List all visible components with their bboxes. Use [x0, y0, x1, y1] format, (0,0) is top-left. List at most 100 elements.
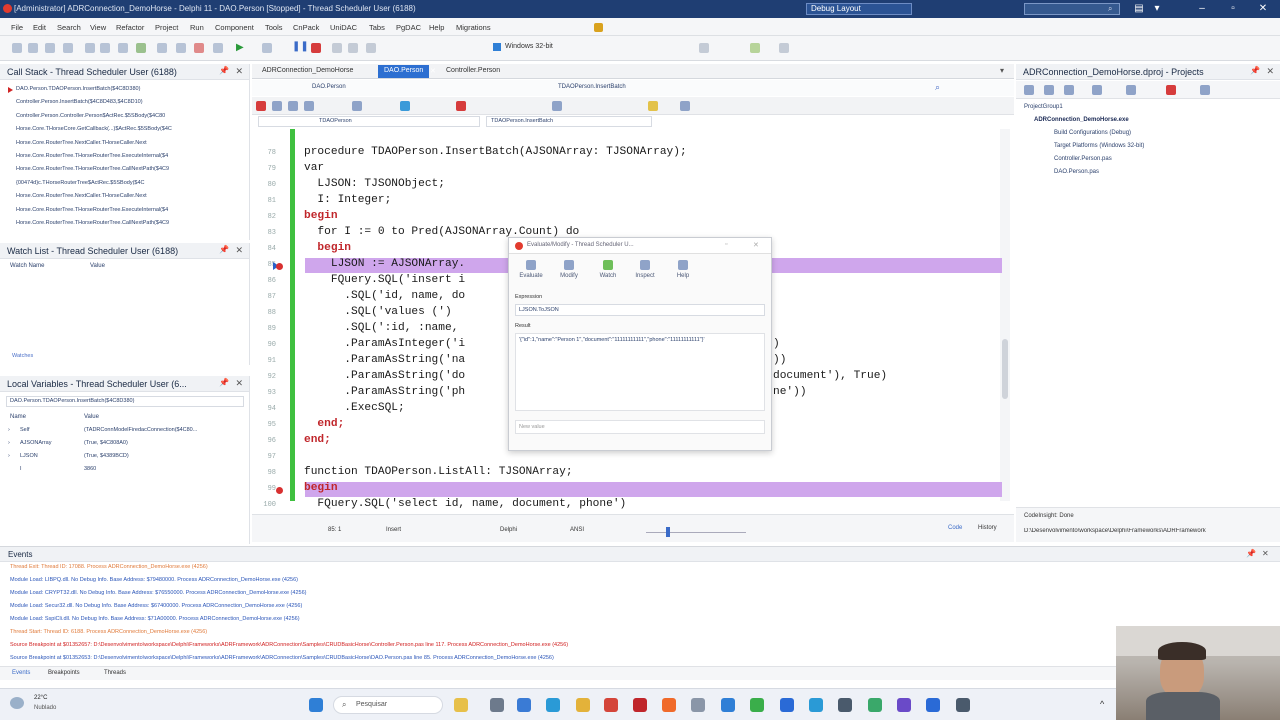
step-over-icon[interactable]: [332, 43, 342, 53]
menu-component[interactable]: Component: [215, 23, 254, 32]
reopen-icon[interactable]: [118, 43, 128, 53]
stack-frame[interactable]: Horse.Core.RouterTree.NextCaller.THorseC…: [0, 137, 249, 150]
weather-icon[interactable]: [10, 697, 24, 709]
stack-frame[interactable]: {00474d}c.THorseRouterTree$ActRec.$5SBod…: [0, 177, 249, 190]
menu-tools[interactable]: Tools: [265, 23, 283, 32]
pin-icon[interactable]: 📌: [1250, 66, 1260, 75]
tab-breakpoints[interactable]: Breakpoints: [48, 670, 80, 676]
minimize-icon[interactable]: –: [1195, 2, 1209, 16]
expression-input[interactable]: LJSON.ToJSON: [515, 304, 765, 316]
expand-icon[interactable]: ›: [8, 453, 10, 459]
navigate-icon[interactable]: [288, 101, 298, 111]
app5-icon[interactable]: [956, 698, 970, 712]
evaluate-button[interactable]: Evaluate: [517, 260, 545, 279]
tab-events[interactable]: Events: [12, 670, 30, 676]
sync-icon[interactable]: [1044, 85, 1054, 95]
tray-chevron-icon[interactable]: ^: [1100, 699, 1104, 709]
code-line[interactable]: begin: [304, 242, 351, 254]
layout-icon[interactable]: ▤: [1132, 2, 1146, 16]
class-combo[interactable]: TDAOPerson: [258, 116, 480, 127]
code-line[interactable]: .SQL('values ('): [304, 306, 451, 318]
watch-value-header[interactable]: Value: [90, 263, 105, 269]
history-tab[interactable]: History: [978, 525, 997, 531]
activate-icon[interactable]: [1024, 85, 1034, 95]
frame-select[interactable]: DAO.Person.TDAOPerson.InsertBatch($4C8D3…: [6, 396, 244, 407]
encoding[interactable]: ANSI: [570, 527, 584, 533]
code-line[interactable]: I: Integer;: [304, 194, 391, 206]
watch-button[interactable]: Watch: [594, 260, 622, 279]
braces-icon[interactable]: [680, 101, 690, 111]
stack-frame[interactable]: Horse.Core.RouterTree.THorseRouterTree.C…: [0, 163, 249, 176]
stack-frame[interactable]: Controller.Person.Controller.Person$ActR…: [0, 110, 249, 123]
var-name[interactable]: AJSONArray: [20, 440, 51, 446]
menu-run[interactable]: Run: [190, 23, 204, 32]
code-line[interactable]: .ParamAsString('ph: [304, 386, 465, 398]
terminal-icon[interactable]: [838, 698, 852, 712]
pin-icon[interactable]: 📌: [219, 378, 229, 387]
open-project-icon[interactable]: [85, 43, 95, 53]
file-node[interactable]: DAO.Person.pas: [1054, 169, 1099, 175]
close-icon[interactable]: ✕: [235, 66, 243, 77]
tab-adrconnection[interactable]: ADRConnection_DemoHorse: [256, 65, 359, 78]
stack-frame[interactable]: Horse.Core.RouterTree.THorseRouterTree.C…: [0, 217, 249, 230]
pause-icon[interactable]: ❚❚: [292, 41, 309, 52]
add-icon[interactable]: [1064, 85, 1074, 95]
event-line[interactable]: Module Load: CRYPT32.dll. No Debug Info.…: [10, 590, 306, 596]
modify-button[interactable]: Modify: [555, 260, 583, 279]
save-icon[interactable]: [45, 43, 55, 53]
event-line[interactable]: Thread Start: Thread ID: 6188. Process A…: [10, 629, 207, 635]
trace-into-icon[interactable]: [348, 43, 358, 53]
edge-icon[interactable]: [546, 698, 560, 712]
result-box[interactable]: '{"id":1,"name":"Person 1","document":"1…: [515, 333, 765, 411]
file-node[interactable]: Controller.Person.pas: [1054, 156, 1112, 162]
zoom-slider[interactable]: [646, 532, 746, 533]
pin-icon[interactable]: 📌: [219, 66, 229, 75]
build-config-node[interactable]: Build Configurations (Debug): [1054, 130, 1131, 136]
var-name[interactable]: Self: [20, 427, 29, 433]
target-platforms-node[interactable]: Target Platforms (Windows 32-bit): [1054, 143, 1144, 149]
method-combo[interactable]: TDAOPerson.InsertBatch: [486, 116, 652, 127]
chevron-down-icon[interactable]: ▾: [1150, 2, 1164, 16]
format-icon[interactable]: [304, 101, 314, 111]
vpn-icon[interactable]: [780, 698, 794, 712]
layout-select[interactable]: Debug Layout: [806, 3, 912, 15]
code-line[interactable]: end;: [304, 434, 331, 446]
code-line[interactable]: end;: [304, 418, 344, 430]
widgets-icon[interactable]: [454, 698, 468, 712]
pin-icon[interactable]: 📌: [219, 245, 229, 254]
run-without-debug-icon[interactable]: [262, 43, 272, 53]
menu-view[interactable]: View: [90, 23, 106, 32]
run-icon[interactable]: ▶: [236, 42, 244, 53]
lightbulb-icon[interactable]: [648, 101, 658, 111]
close-icon[interactable]: ✕: [753, 241, 759, 249]
var-name[interactable]: LJSON: [20, 453, 38, 459]
close-icon[interactable]: ✕: [235, 245, 243, 256]
chevron-down-icon[interactable]: ▾: [1000, 66, 1004, 75]
new-value-input[interactable]: New value: [515, 420, 765, 434]
close-icon[interactable]: ✕: [1262, 549, 1269, 558]
ide-search-input[interactable]: [1024, 3, 1120, 15]
code-line[interactable]: .ExecSQL;: [304, 402, 404, 414]
code-line[interactable]: .SQL(':id, :name,: [304, 322, 458, 334]
project-group[interactable]: ProjectGroup1: [1024, 104, 1063, 110]
project-node[interactable]: ADRConnection_DemoHorse.exe: [1034, 117, 1129, 123]
inspect-button[interactable]: Inspect: [631, 260, 659, 279]
todo-icon[interactable]: [552, 101, 562, 111]
deploy-icon[interactable]: [699, 43, 709, 53]
build-icon[interactable]: [1166, 85, 1176, 95]
code-line[interactable]: begin: [304, 210, 338, 222]
close-file-icon[interactable]: [100, 43, 110, 53]
stop-icon[interactable]: [311, 43, 321, 53]
close-icon[interactable]: ✕: [1266, 66, 1274, 77]
event-line[interactable]: Source Breakpoint at $01352657: D:\Desen…: [10, 642, 568, 648]
code-line[interactable]: LJSON := AJSONArray.: [304, 258, 465, 270]
uses-icon[interactable]: [352, 101, 362, 111]
options-icon[interactable]: [1200, 85, 1210, 95]
menu-tabs[interactable]: Tabs: [369, 23, 385, 32]
stack-frame[interactable]: Horse.Core.RouterTree.NextCaller.THorseC…: [0, 190, 249, 203]
watches-tab[interactable]: Watches: [12, 353, 33, 359]
tab-controller-person[interactable]: Controller.Person: [440, 65, 506, 78]
expand-icon[interactable]: [1126, 85, 1136, 95]
taskbar-search[interactable]: ⌕ Pesquisar: [333, 696, 443, 714]
target-icon[interactable]: [779, 43, 789, 53]
